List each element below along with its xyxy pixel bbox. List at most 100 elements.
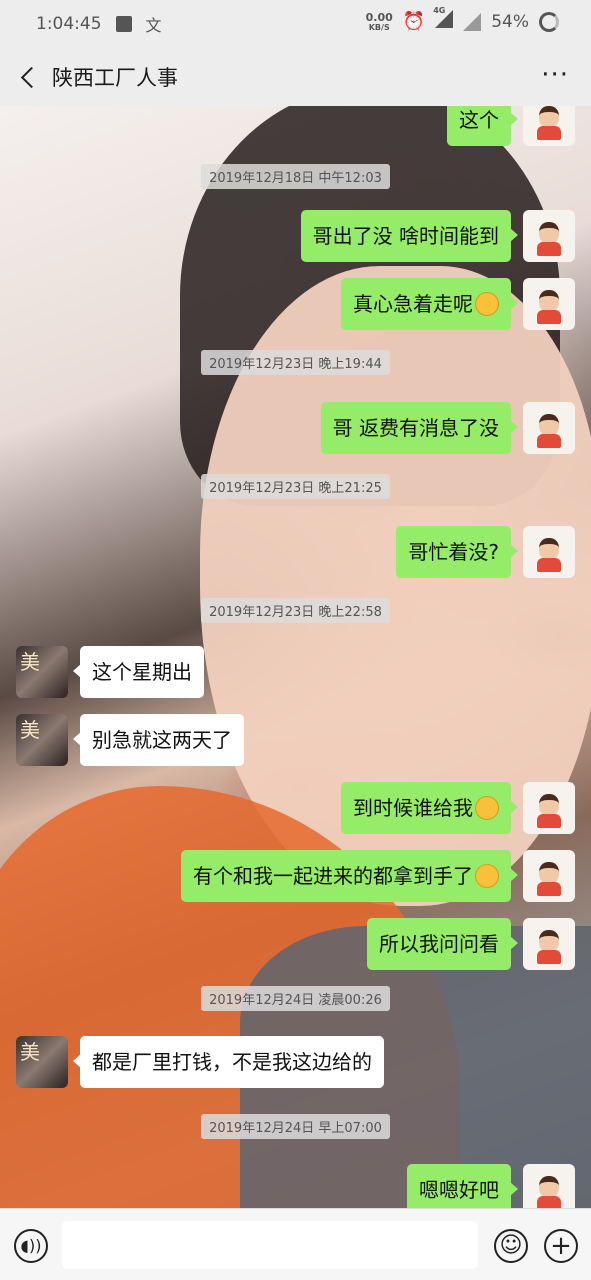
avatar-body	[537, 814, 561, 828]
timestamp: 2019年12月24日 凌晨00:26	[0, 986, 591, 1011]
net-speed-value: 0.00	[365, 10, 393, 24]
sent-message-bubble[interactable]: 有个和我一起进来的都拿到手了	[181, 850, 518, 902]
emoji-button[interactable]: ☺	[494, 1229, 528, 1263]
crying-laughing-emoji-icon	[475, 291, 499, 316]
timestamp-text: 2019年12月24日 凌晨00:26	[201, 986, 390, 1011]
plus-button[interactable]: +	[544, 1229, 578, 1263]
avatar-face	[539, 290, 559, 312]
avatar-face	[539, 794, 559, 816]
message-text: 哥 返费有消息了没	[332, 416, 499, 440]
avatar-body	[537, 882, 561, 896]
avatar-body	[537, 558, 561, 572]
battery-text: 54%	[491, 11, 529, 32]
message-row: 所以我问问看	[0, 918, 591, 974]
avatar-face	[539, 222, 559, 244]
avatar-face	[539, 414, 559, 436]
message-text: 哥出了没 啥时间能到	[312, 224, 499, 248]
my-avatar[interactable]	[523, 106, 575, 146]
my-avatar[interactable]	[523, 782, 575, 834]
plus-icon: +	[550, 1231, 572, 1261]
nav-bar: 陕西工厂人事 ···	[0, 48, 591, 106]
message-text: 这个星期出	[92, 660, 192, 684]
my-avatar[interactable]	[523, 918, 575, 970]
status-time: 1:04:45	[36, 14, 102, 34]
timestamp-text: 2019年12月18日 中午12:03	[201, 164, 390, 189]
contact-avatar[interactable]: 美	[16, 1036, 68, 1088]
avatar-calligraphy: 美	[20, 1040, 40, 1064]
chat-area[interactable]: 这个 2019年12月18日 中午12:03 哥出了没 啥时间能到真心急着走呢 201…	[0, 106, 591, 1208]
message-row: 有个和我一起进来的都拿到手了	[0, 850, 591, 906]
my-avatar[interactable]	[523, 1164, 575, 1208]
timestamp: 2019年12月18日 中午12:03	[0, 164, 591, 189]
sent-message-bubble[interactable]: 真心急着走呢	[341, 278, 518, 330]
sent-message-bubble[interactable]: 这个	[447, 106, 518, 146]
received-message-bubble[interactable]: 都是厂里打钱，不是我这边给的	[73, 1036, 384, 1088]
timestamp-text: 2019年12月23日 晚上19:44	[201, 350, 390, 375]
sent-message-bubble[interactable]: 哥出了没 啥时间能到	[300, 210, 519, 262]
my-avatar[interactable]	[523, 850, 575, 902]
my-avatar[interactable]	[523, 526, 575, 578]
message-row: 到时候谁给我	[0, 782, 591, 838]
network-type: 4G	[433, 6, 446, 15]
message-text: 有个和我一起进来的都拿到手了	[193, 864, 473, 888]
alarm-icon: ⏰	[402, 11, 426, 32]
message-text: 这个	[459, 108, 499, 132]
net-speed-unit: KB/S	[368, 22, 390, 32]
avatar-face	[539, 862, 559, 884]
message-row: 哥 返费有消息了没	[0, 402, 591, 458]
message-row: 美 别急就这两天了	[0, 714, 591, 770]
timestamp: 2019年12月23日 晚上19:44	[0, 350, 591, 375]
message-text: 嗯嗯好吧	[419, 1178, 499, 1202]
avatar-calligraphy: 美	[20, 650, 40, 674]
chat-title: 陕西工厂人事	[52, 66, 178, 90]
avatar-face	[539, 930, 559, 952]
avatar-body	[537, 950, 561, 964]
avatar-body	[537, 242, 561, 256]
message-row: 真心急着走呢	[0, 278, 591, 334]
more-button[interactable]: ···	[541, 60, 569, 90]
received-message-bubble[interactable]: 别急就这两天了	[73, 714, 244, 766]
message-input[interactable]	[62, 1221, 478, 1269]
message-row: 这个	[0, 106, 591, 150]
tears-of-joy-emoji-icon	[475, 863, 499, 888]
message-text: 所以我问问看	[379, 932, 499, 956]
avatar-body	[537, 310, 561, 324]
my-avatar[interactable]	[523, 402, 575, 454]
message-text: 到时候谁给我	[353, 796, 473, 820]
signal-4g-icon: 4G	[433, 6, 454, 33]
timestamp: 2019年12月23日 晚上22:58	[0, 598, 591, 623]
avatar-body	[537, 1196, 561, 1208]
message-text: 都是厂里打钱，不是我这边给的	[92, 1050, 372, 1074]
received-message-bubble[interactable]: 这个星期出	[73, 646, 204, 698]
sent-message-bubble[interactable]: 到时候谁给我	[341, 782, 518, 834]
sent-message-bubble[interactable]: 哥 返费有消息了没	[320, 402, 519, 454]
avatar-face	[539, 538, 559, 560]
contact-avatar[interactable]: 美	[16, 714, 68, 766]
emoji-icon: ☺	[499, 1233, 523, 1258]
status-bar: 1:04:45 文 0.00 KB/S ⏰ 4G 54%	[0, 0, 591, 48]
message-text: 真心急着走呢	[353, 292, 473, 316]
avatar-body	[537, 126, 561, 140]
timestamp: 2019年12月23日 晚上21:25	[0, 474, 591, 499]
voice-icon: ◖))	[20, 1236, 42, 1255]
my-avatar[interactable]	[523, 278, 575, 330]
my-avatar[interactable]	[523, 210, 575, 262]
voice-button[interactable]: ◖))	[14, 1229, 48, 1263]
back-button[interactable]	[14, 58, 44, 94]
avatar-face	[539, 1176, 559, 1198]
avatar-calligraphy: 美	[20, 718, 40, 742]
signal-icon	[463, 12, 482, 31]
avatar-body	[537, 434, 561, 448]
message-text: 哥忙着没?	[408, 540, 499, 564]
message-row: 美 都是厂里打钱，不是我这边给的	[0, 1036, 591, 1092]
message-notification-icon	[115, 16, 132, 32]
contact-avatar[interactable]: 美	[16, 646, 68, 698]
avatar-face	[539, 106, 559, 128]
sent-message-bubble[interactable]: 所以我问问看	[367, 918, 518, 970]
blushing-emoji-icon	[475, 795, 499, 820]
sent-message-bubble[interactable]: 嗯嗯好吧	[407, 1164, 518, 1208]
battery-icon	[539, 11, 559, 32]
message-row: 哥出了没 啥时间能到	[0, 210, 591, 266]
sent-message-bubble[interactable]: 哥忙着没?	[396, 526, 518, 578]
timestamp-text: 2019年12月24日 早上07:00	[201, 1114, 390, 1139]
